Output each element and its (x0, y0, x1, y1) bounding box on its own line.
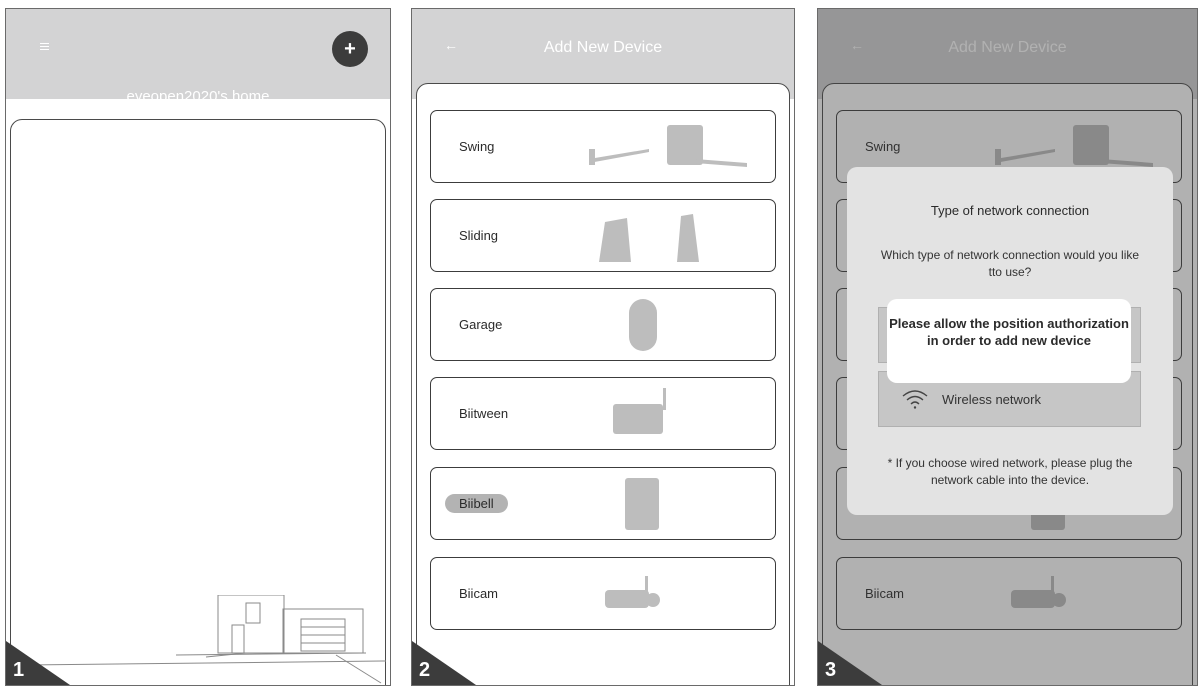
device-label: Biicam (459, 586, 499, 601)
wifi-icon (902, 390, 928, 409)
device-label: Biibell (445, 494, 508, 513)
camera-icon (605, 576, 660, 608)
permission-toast: Please allow the position authorization … (887, 299, 1131, 383)
garage-remote-icon (629, 299, 657, 351)
device-label: Biitween (459, 406, 509, 421)
device-label: Garage (459, 317, 503, 332)
step-number: 1 (13, 659, 25, 681)
step-number: 3 (825, 659, 837, 681)
step-number: 2 (419, 659, 431, 681)
dialog-question: Which type of network connection would y… (880, 248, 1140, 279)
device-label: Sliding (459, 228, 499, 243)
dialog-note: * If you choose wired network, please pl… (887, 456, 1133, 487)
doorbell-icon (625, 478, 659, 530)
screen-network-type: ← Add New Device Swing Biicam Type of ne… (817, 8, 1198, 686)
device-card-biibell[interactable]: Biibell (430, 467, 776, 540)
sliding-gate-icon (599, 214, 699, 262)
device-label: Swing (459, 139, 495, 154)
device-card-biitween[interactable]: Biitween (430, 377, 776, 450)
home-header: + eyeopen2020's home (6, 9, 390, 105)
home-title: eyeopen2020's home (126, 88, 270, 105)
dialog-title: Type of network connection (930, 203, 1090, 218)
menu-icon[interactable] (40, 43, 49, 50)
screen-add-device: ← Add New Device Swing Sliding Garage Bi… (411, 8, 795, 686)
biitween-hub-icon (613, 388, 666, 434)
screen-home: + eyeopen2020's home 1 (5, 8, 391, 686)
swing-gate-icon (589, 125, 747, 167)
device-card-sliding[interactable]: Sliding (430, 199, 776, 272)
device-card-biicam[interactable]: Biicam (430, 557, 776, 630)
option-label: Wireless network (942, 392, 1041, 407)
device-card-garage[interactable]: Garage (430, 288, 776, 361)
device-card-swing[interactable]: Swing (430, 110, 776, 183)
add-device-button[interactable]: + (332, 31, 368, 67)
page-title: Add New Device (543, 39, 663, 56)
